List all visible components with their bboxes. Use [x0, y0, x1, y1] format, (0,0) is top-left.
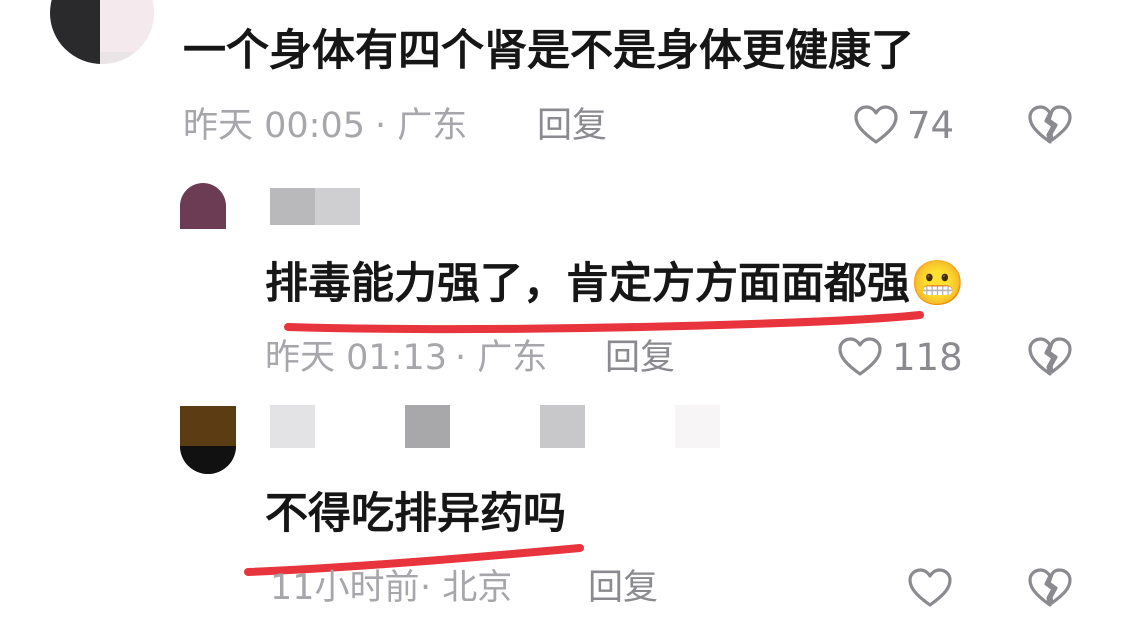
reply-button[interactable]: 回复 [537, 104, 607, 148]
reply-button[interactable]: 回复 [588, 566, 658, 610]
like-button[interactable] [906, 564, 954, 612]
comment-timestamp: 11小时前 [270, 568, 420, 608]
username-redacted [405, 405, 450, 448]
dislike-button[interactable] [1026, 564, 1074, 612]
comment-text: 排毒能力强了，肯定方方面面都强😬 [265, 258, 965, 310]
comment-text: 不得吃排异药吗 [265, 489, 566, 539]
broken-heart-icon [1028, 568, 1072, 607]
like-button[interactable] [836, 333, 884, 381]
like-count: 74 [907, 104, 955, 147]
highlight-underline [284, 311, 924, 334]
like-count: 118 [892, 336, 963, 379]
username-redacted [675, 405, 720, 448]
like-button[interactable] [852, 101, 900, 149]
comment-location: · 北京 [420, 568, 513, 608]
heart-outline-icon [838, 337, 882, 376]
username-redacted [540, 405, 585, 448]
comment-timestamp: 昨天 00:05 [183, 106, 365, 146]
dislike-button[interactable] [1026, 333, 1074, 381]
username-redacted [315, 188, 360, 225]
reply-button[interactable]: 回复 [605, 336, 675, 380]
comment-location: · 广东 [375, 106, 468, 146]
heart-outline-icon [908, 568, 952, 607]
reply-author-avatar[interactable] [180, 183, 226, 229]
comment-text: 一个身体有四个肾是不是身体更健康了 [183, 26, 914, 76]
grimace-emoji-icon: 😬 [910, 258, 965, 309]
comment-location: · 广东 [455, 338, 548, 378]
comment-body: 排毒能力强了，肯定方方面面都强 [265, 259, 910, 309]
broken-heart-icon [1028, 337, 1072, 376]
reply-author-avatar[interactable] [180, 406, 236, 474]
heart-outline-icon [854, 105, 898, 144]
broken-heart-icon [1028, 105, 1072, 144]
comment-timestamp: 昨天 01:13 [265, 338, 447, 378]
username-redacted [270, 405, 315, 448]
dislike-button[interactable] [1026, 101, 1074, 149]
username-redacted [270, 188, 315, 225]
commenter-avatar[interactable] [50, 0, 154, 64]
